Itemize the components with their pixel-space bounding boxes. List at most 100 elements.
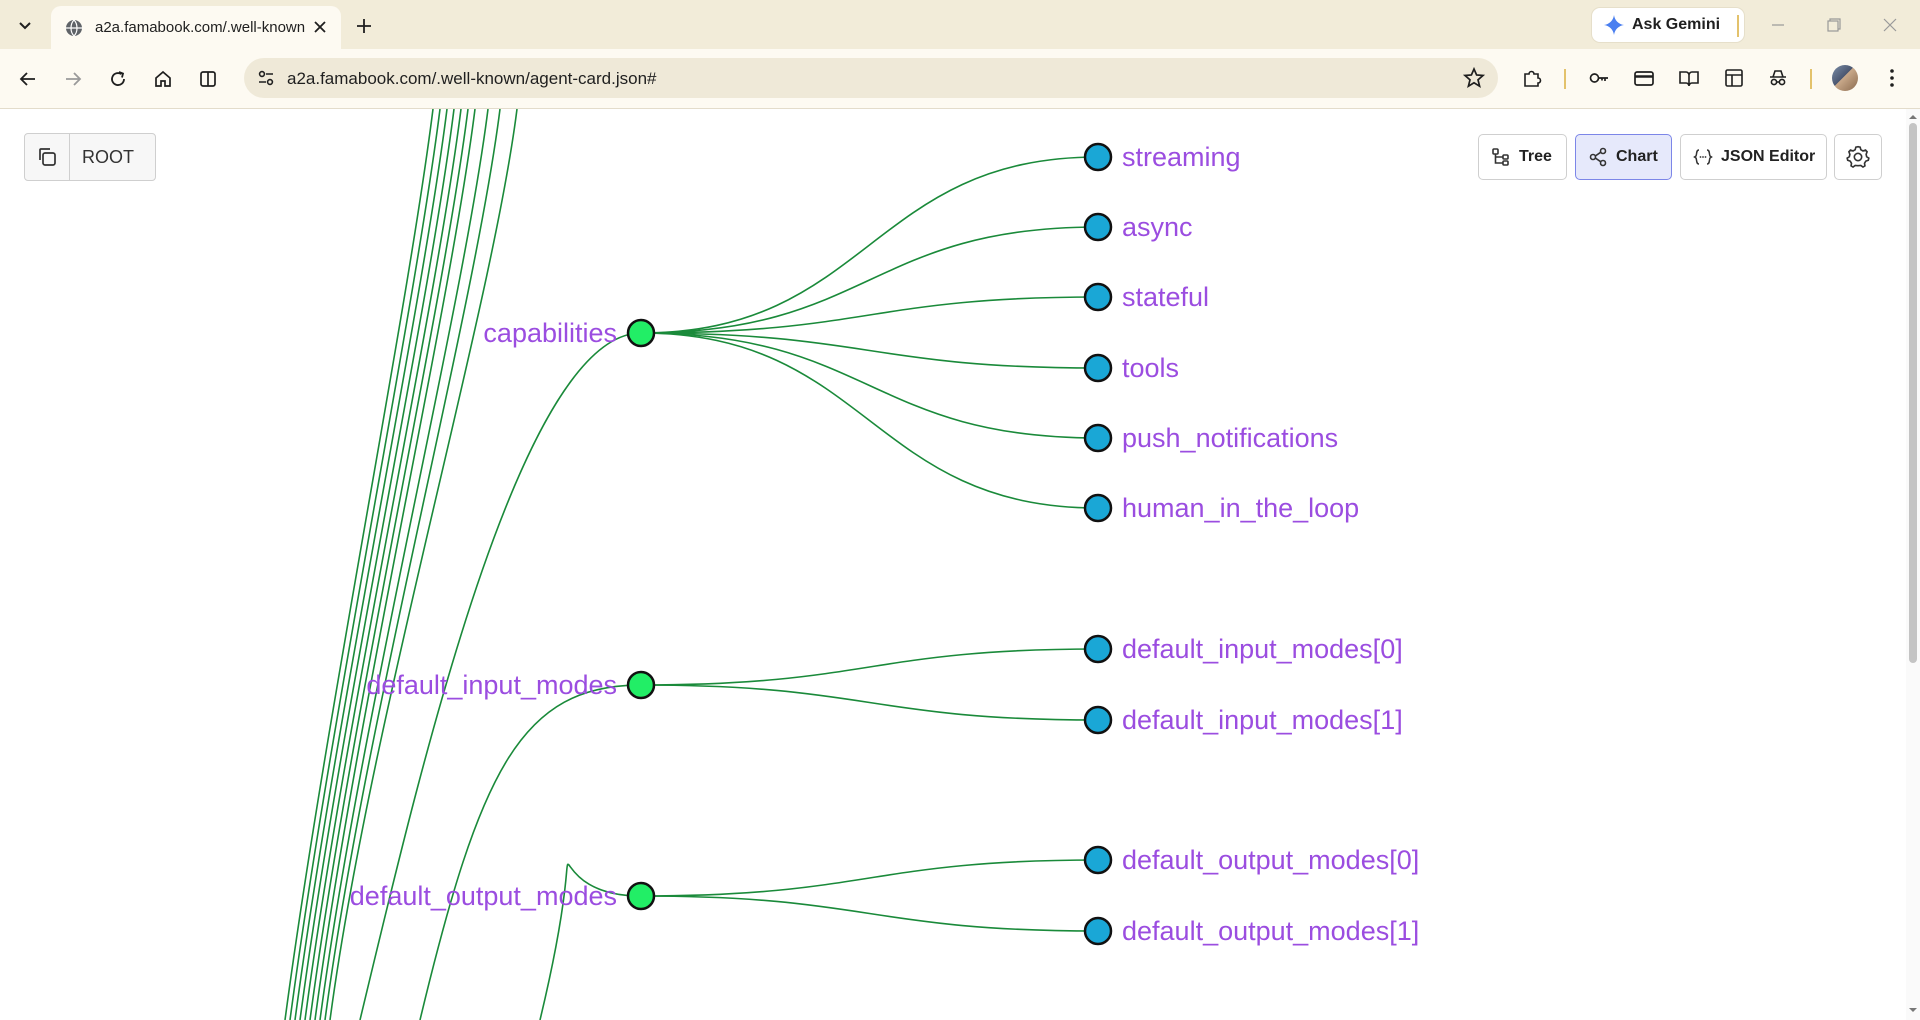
leaf-label[interactable]: default_input_modes[0]: [1122, 634, 1403, 664]
root-breadcrumb[interactable]: ROOT: [24, 133, 156, 181]
braces-icon: [1693, 149, 1713, 165]
browser-menu-button[interactable]: [1878, 64, 1906, 92]
branch-node[interactable]: [626, 670, 656, 700]
ask-gemini-label: Ask Gemini: [1632, 16, 1721, 33]
tree-view-label: Tree: [1519, 148, 1552, 165]
branch-node[interactable]: [626, 318, 656, 348]
divider: [1564, 69, 1566, 89]
split-view-icon: [200, 71, 216, 87]
child-edge: [640, 226, 1099, 334]
gear-icon: [1846, 145, 1870, 169]
reading-mode-button[interactable]: [1675, 64, 1703, 92]
chevron-down-icon: [19, 22, 31, 30]
home-button[interactable]: [145, 61, 181, 97]
page-content: streaming async stateful tools push_notifica…: [0, 109, 1906, 1020]
puzzle-icon: [1524, 70, 1542, 87]
scroll-down-icon[interactable]: [1908, 1005, 1918, 1015]
reload-icon: [111, 71, 125, 86]
leaf-label[interactable]: push_notifications: [1122, 423, 1338, 453]
leaf-node[interactable]: [1083, 916, 1113, 946]
address-bar[interactable]: a2a.famabook.com/.well-known/agent-card.…: [244, 58, 1498, 98]
leaf-node[interactable]: [1083, 705, 1113, 735]
leaf-label[interactable]: human_in_the_loop: [1122, 493, 1359, 523]
child-edge: [640, 859, 1099, 897]
leaf-node[interactable]: [1083, 845, 1113, 875]
leaf-label[interactable]: tools: [1122, 353, 1179, 383]
star-icon[interactable]: [1462, 66, 1486, 90]
chart-view-button[interactable]: Chart: [1575, 134, 1672, 180]
branch-label[interactable]: default_input_modes: [366, 670, 617, 700]
globe-icon: [66, 19, 82, 36]
leaf-node[interactable]: [1083, 634, 1113, 664]
graph-icon: [1589, 147, 1607, 167]
profile-avatar[interactable]: [1832, 65, 1858, 91]
copy-button[interactable]: [25, 134, 70, 180]
forward-button[interactable]: [55, 61, 91, 97]
leaf-label[interactable]: default_output_modes[0]: [1122, 845, 1419, 875]
back-button[interactable]: [10, 61, 46, 97]
leaf-label[interactable]: default_input_modes[1]: [1122, 705, 1403, 735]
minimize-icon: [1772, 24, 1784, 26]
card-icon: [1634, 71, 1654, 86]
split-view-button[interactable]: [190, 61, 226, 97]
site-info-button[interactable]: [252, 64, 280, 92]
leaf-node[interactable]: [1083, 142, 1113, 172]
scrollbar-thumb[interactable]: [1909, 123, 1917, 663]
branch-label[interactable]: default_output_modes: [350, 881, 617, 911]
branch-label[interactable]: capabilities: [483, 318, 617, 348]
leaf-node[interactable]: [1083, 423, 1113, 453]
extensions-button[interactable]: [1518, 64, 1546, 92]
json-editor-button[interactable]: JSON Editor: [1680, 134, 1827, 180]
key-icon: [1589, 73, 1608, 83]
more-vert-icon: [1890, 69, 1894, 87]
new-tab-button[interactable]: [350, 12, 378, 40]
restore-button[interactable]: [1814, 10, 1854, 40]
tree-view-button[interactable]: Tree: [1478, 134, 1567, 180]
browser-toolbar: a2a.famabook.com/.well-known/agent-card.…: [0, 49, 1920, 109]
child-edge: [640, 684, 1099, 721]
leaf-node[interactable]: [1083, 353, 1113, 383]
divider: [1810, 69, 1812, 89]
close-icon: [314, 21, 326, 33]
incognito-button[interactable]: [1764, 64, 1792, 92]
tree-icon: [1492, 148, 1509, 166]
book-icon: [1679, 71, 1699, 87]
plus-icon: [357, 19, 371, 33]
table-icon: [1725, 69, 1743, 87]
tab-layout-button[interactable]: [1720, 64, 1748, 92]
arrow-right-icon: [66, 72, 82, 86]
leaf-label[interactable]: streaming: [1122, 142, 1241, 172]
json-graph-chart[interactable]: streaming async stateful tools push_notifica…: [0, 109, 1906, 1020]
group-edge: [419, 684, 642, 1020]
ask-gemini-button[interactable]: Ask Gemini: [1592, 8, 1744, 42]
vertical-scrollbar[interactable]: [1906, 109, 1920, 1020]
close-icon: [1883, 18, 1897, 32]
leaf-node[interactable]: [1083, 493, 1113, 523]
url-text[interactable]: a2a.famabook.com/.well-known/agent-card.…: [287, 69, 656, 89]
scroll-up-icon[interactable]: [1908, 112, 1918, 122]
leaf-node[interactable]: [1083, 212, 1113, 242]
leaf-node[interactable]: [1083, 282, 1113, 312]
tab-close-button[interactable]: [311, 18, 329, 36]
leaf-label[interactable]: default_output_modes[1]: [1122, 916, 1419, 946]
reload-button[interactable]: [100, 61, 136, 97]
leaf-label[interactable]: async: [1122, 212, 1193, 242]
tab-strip: a2a.famabook.com/.well-known/agent-card.…: [0, 0, 1920, 49]
child-edge: [640, 332, 1099, 509]
branch-node[interactable]: [626, 881, 656, 911]
browser-tab[interactable]: a2a.famabook.com/.well-known/agent-card.…: [51, 6, 341, 49]
restore-icon: [1827, 18, 1841, 32]
gemini-sparkle-icon: [1604, 15, 1624, 35]
tab-search-button[interactable]: [6, 8, 44, 42]
child-edge: [640, 895, 1099, 932]
minimize-button[interactable]: [1758, 10, 1798, 40]
leaf-label[interactable]: stateful: [1122, 282, 1209, 312]
payments-button[interactable]: [1630, 64, 1658, 92]
settings-button[interactable]: [1834, 134, 1882, 180]
passwords-button[interactable]: [1585, 64, 1613, 92]
tab-title: a2a.famabook.com/.well-known/agent-card.…: [95, 19, 305, 36]
root-label: ROOT: [82, 146, 134, 167]
close-window-button[interactable]: [1870, 10, 1910, 40]
chart-view-label: Chart: [1616, 148, 1658, 165]
child-edge: [640, 332, 1099, 369]
